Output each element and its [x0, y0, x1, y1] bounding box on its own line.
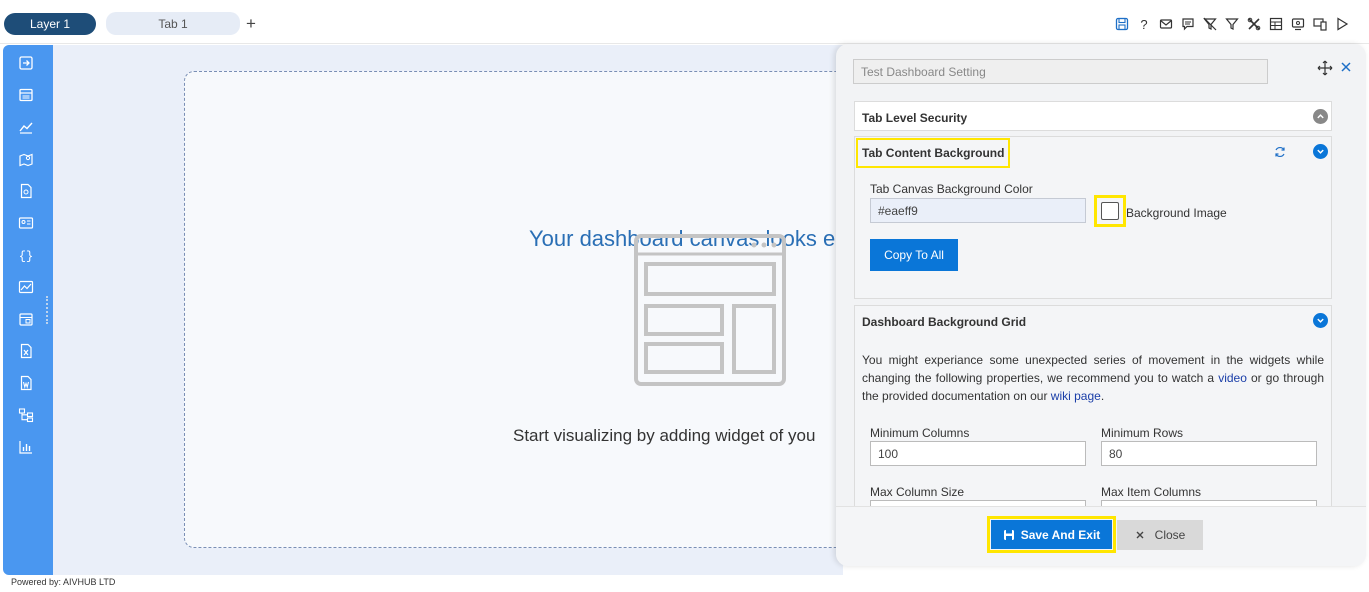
list-icon[interactable]: [18, 87, 34, 103]
map-icon[interactable]: [18, 151, 34, 167]
dashboard-settings-panel: Tab Level Security Tab Content Backgroun…: [836, 44, 1366, 566]
svg-text:?: ?: [1140, 17, 1147, 31]
dashboard-name-input[interactable]: [853, 59, 1268, 84]
tab-level-security-header[interactable]: Tab Level Security: [855, 102, 1331, 132]
dashboard-background-grid-section: Dashboard Background Grid Minimum Column…: [854, 305, 1332, 525]
max-item-columns-label: Max Item Columns: [1101, 485, 1202, 499]
bar-chart-icon[interactable]: [18, 439, 34, 455]
chevron-down-icon[interactable]: [1313, 144, 1328, 159]
section-title: Dashboard Background Grid: [862, 315, 1027, 329]
save-icon: [1003, 529, 1014, 540]
close-icon[interactable]: [1339, 60, 1353, 76]
chevron-up-icon[interactable]: [1313, 109, 1328, 124]
close-icon: [1136, 531, 1144, 539]
dashboard-canvas: Your dashboard canvas looks e Start visu…: [46, 45, 884, 575]
background-image-checkbox[interactable]: [1101, 202, 1119, 220]
toolbar-actions: ?: [1113, 16, 1351, 32]
svg-text:{}: {}: [19, 250, 33, 264]
tab-1[interactable]: Tab 1: [106, 12, 240, 35]
word-icon[interactable]: [18, 375, 34, 391]
max-column-size-label: Max Column Size: [870, 485, 965, 499]
image-chart-icon[interactable]: [18, 279, 34, 295]
excel-icon[interactable]: [18, 343, 34, 359]
save-icon[interactable]: [1113, 16, 1131, 32]
play-icon[interactable]: [1333, 16, 1351, 32]
dashboard-background-grid-header[interactable]: Dashboard Background Grid: [855, 306, 1331, 336]
clear-filter-icon[interactable]: [1201, 16, 1219, 32]
layer-selector[interactable]: Layer 1: [4, 13, 96, 35]
save-and-exit-label: Save And Exit: [1020, 527, 1101, 542]
table-icon[interactable]: [1267, 16, 1285, 32]
resize-grip[interactable]: [46, 296, 49, 324]
add-tab-button[interactable]: +: [244, 14, 258, 34]
save-and-exit-button[interactable]: Save And Exit: [987, 516, 1116, 553]
close-button[interactable]: Close: [1117, 520, 1203, 550]
empty-canvas-subtitle: Start visualizing by adding widget of yo…: [513, 426, 816, 445]
tab-level-security-section: Tab Level Security: [854, 101, 1332, 131]
section-title: Tab Level Security: [862, 111, 968, 125]
line-chart-icon[interactable]: [18, 119, 34, 135]
wiki-page-link[interactable]: wiki page: [1051, 389, 1101, 403]
background-image-label: Background Image: [1126, 206, 1227, 220]
panel-footer: Save And Exit Close: [836, 506, 1366, 566]
comment-icon[interactable]: [1179, 16, 1197, 32]
devices-icon[interactable]: [1311, 16, 1329, 32]
canvas-color-input[interactable]: [870, 198, 1086, 223]
braces-icon[interactable]: {}: [18, 247, 34, 264]
grid-warning-text: You might experiance some unexpected ser…: [862, 351, 1324, 405]
help-icon[interactable]: ?: [1135, 16, 1153, 32]
login-icon[interactable]: [18, 55, 34, 71]
video-link[interactable]: video: [1218, 371, 1247, 385]
min-columns-input[interactable]: [870, 441, 1086, 466]
tab-content-background-section: Tab Content Background Tab Canvas Backgr…: [854, 136, 1332, 299]
warning-text-part: .: [1100, 389, 1105, 403]
min-rows-label: Minimum Rows: [1101, 426, 1184, 440]
document-icon[interactable]: [18, 183, 34, 199]
powered-by-footer: Powered by: AIVHUB LTD: [11, 577, 116, 587]
canvas-color-label: Tab Canvas Background Color: [870, 182, 1033, 196]
filter-icon[interactable]: [1223, 16, 1241, 32]
mail-icon[interactable]: [1157, 16, 1175, 32]
chevron-down-icon[interactable]: [1313, 313, 1328, 328]
screen-icon[interactable]: [1289, 16, 1307, 32]
top-toolbar: Layer 1 Tab 1 + ?: [0, 0, 1369, 44]
min-rows-input[interactable]: [1101, 441, 1317, 466]
tree-icon[interactable]: [18, 407, 34, 423]
refresh-icon[interactable]: [1273, 145, 1287, 159]
dashboard-layout-illustration: [634, 234, 786, 386]
calendar-icon[interactable]: [18, 311, 34, 327]
section-title: Tab Content Background: [855, 138, 1011, 168]
close-label: Close: [1154, 528, 1186, 542]
min-columns-label: Minimum Columns: [870, 426, 970, 440]
move-icon[interactable]: [1317, 60, 1333, 76]
tools-icon[interactable]: [1245, 16, 1263, 32]
id-card-icon[interactable]: [18, 215, 34, 231]
background-image-checkbox-wrap: [1094, 195, 1126, 227]
copy-to-all-button[interactable]: Copy To All: [870, 239, 958, 271]
tab-content-background-header[interactable]: Tab Content Background: [855, 137, 1331, 168]
empty-canvas-placeholder: Your dashboard canvas looks e Start visu…: [184, 71, 884, 548]
